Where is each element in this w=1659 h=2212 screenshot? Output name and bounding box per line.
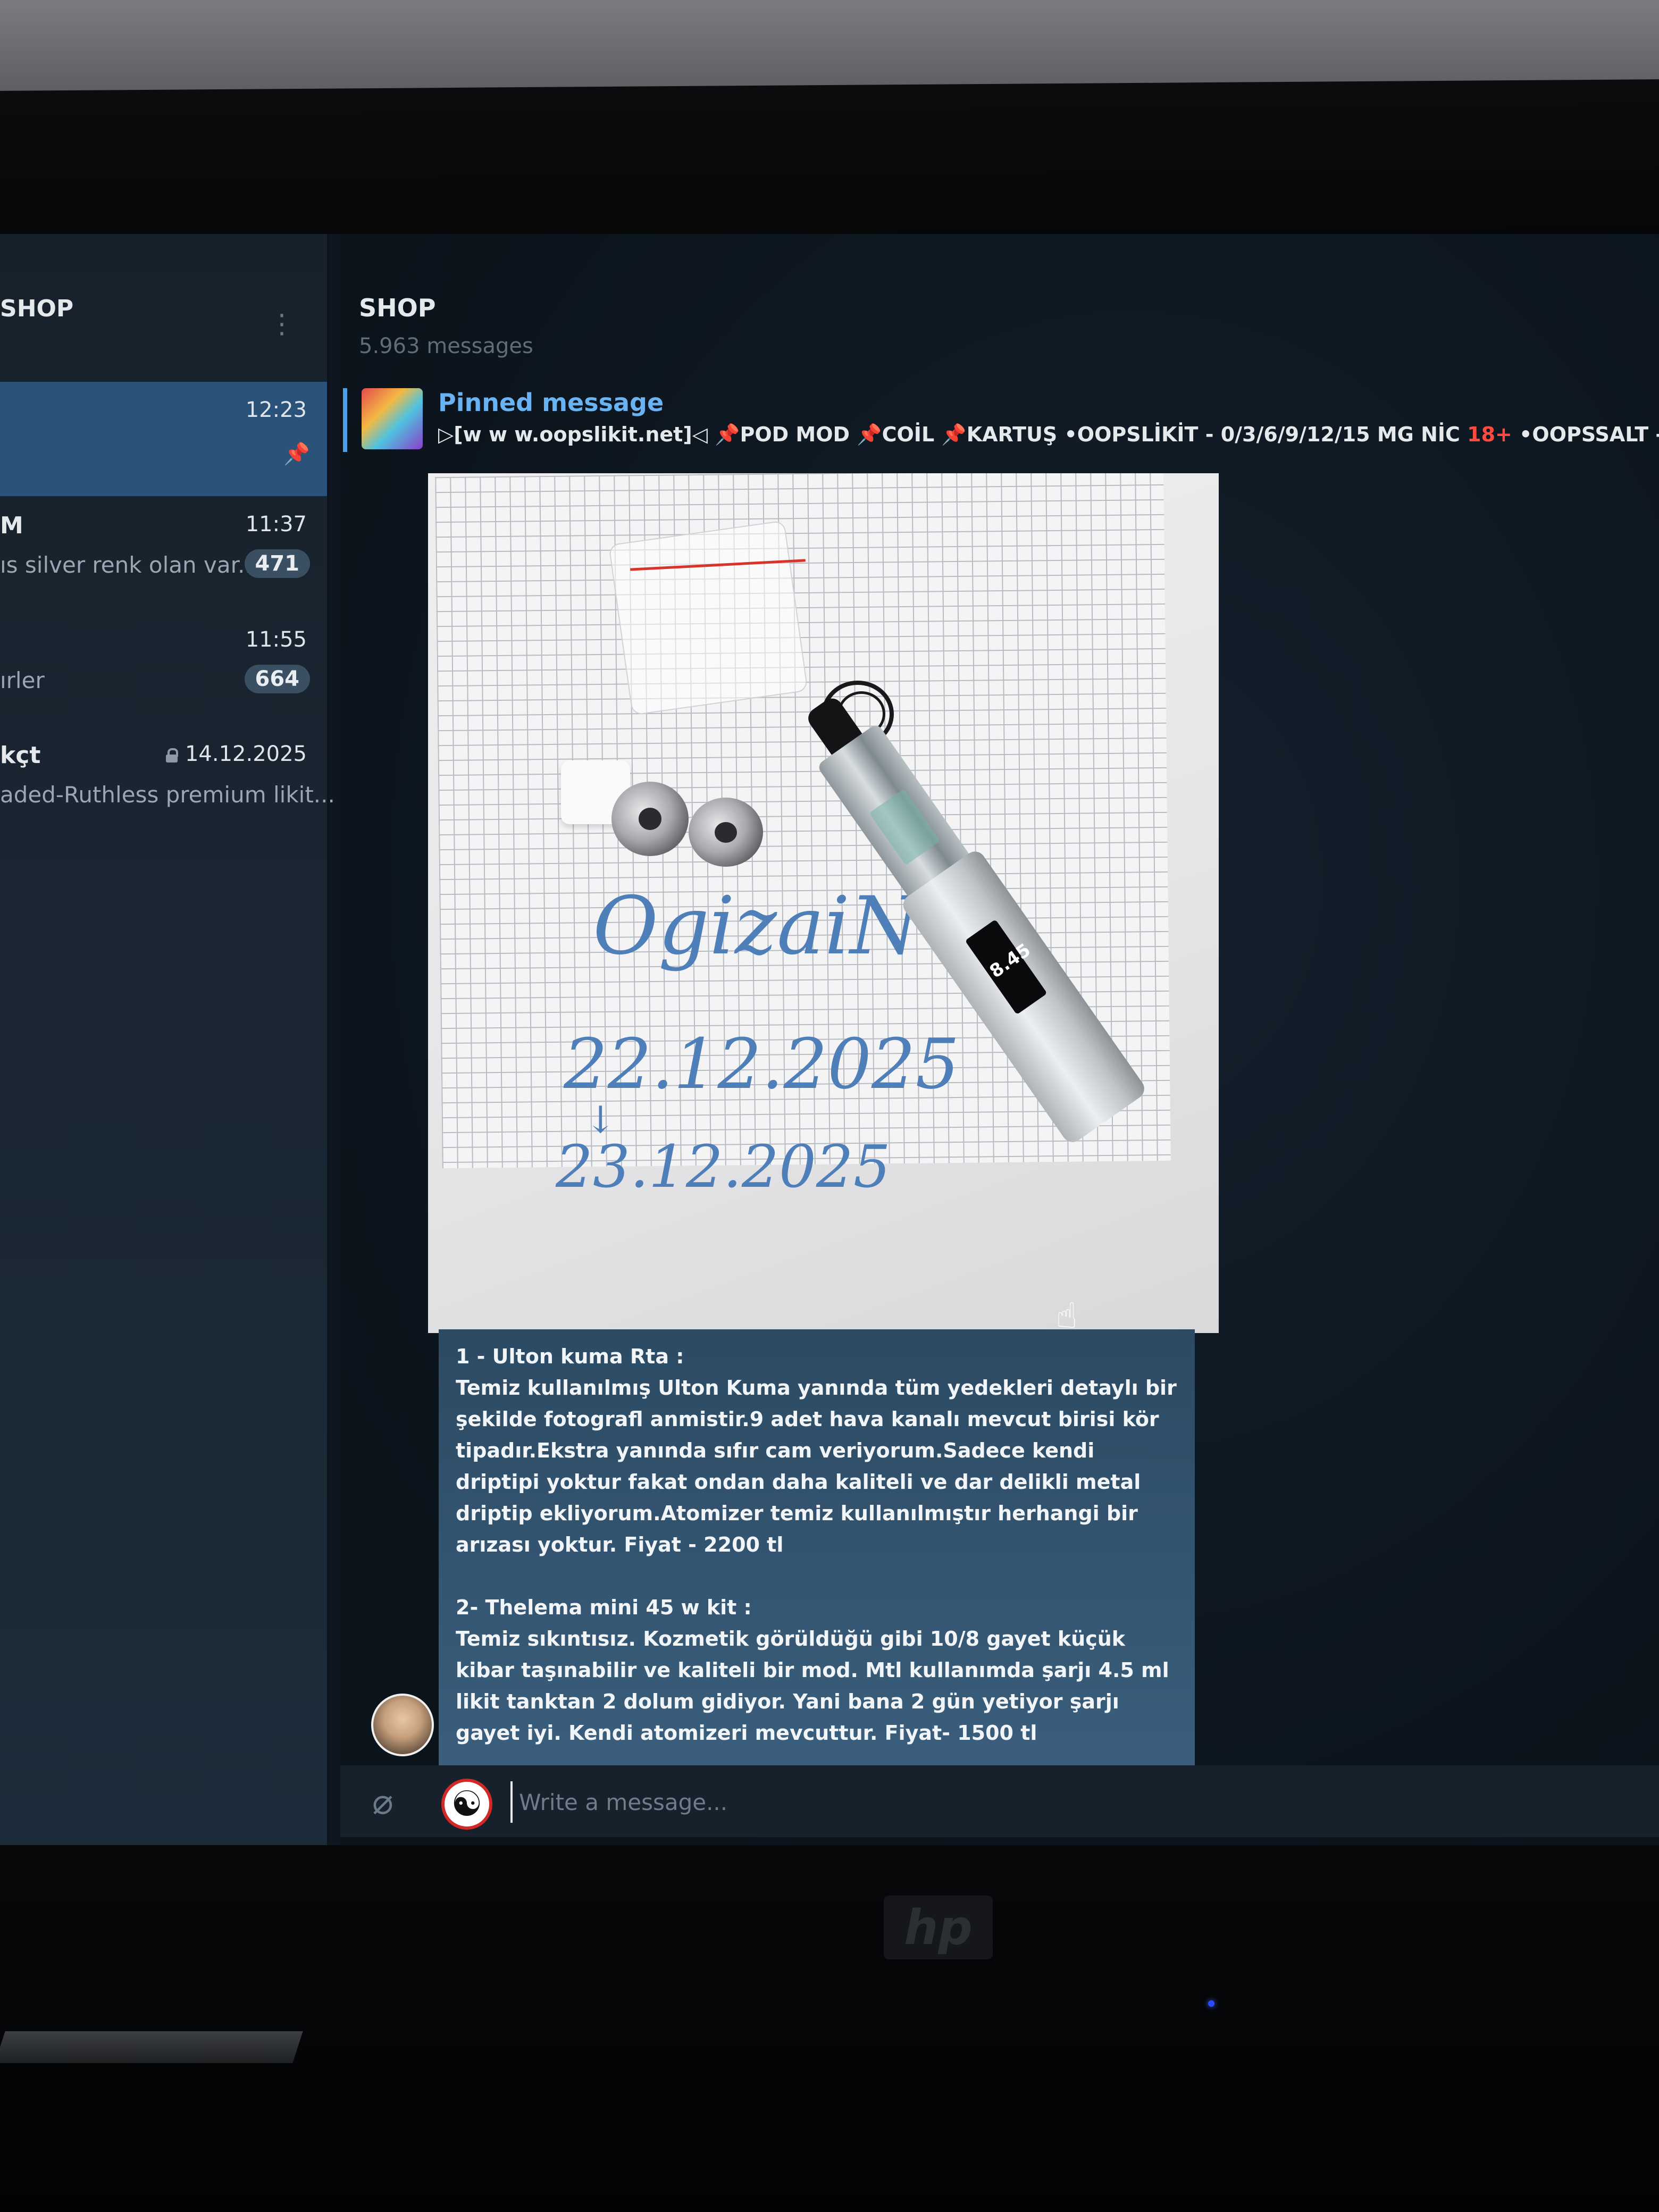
handwritten-name: OgizaiN: [593, 880, 920, 973]
telegram-window: SHOP ⋮ 12:23 📌 M 11:37 ıs silver renk ol…: [0, 234, 1659, 1850]
chat-title: M: [0, 512, 23, 539]
chat-date: 14.12.2025: [185, 742, 307, 766]
yin-yang-icon[interactable]: ☯: [441, 1779, 492, 1830]
pinned-message-bar[interactable]: Pinned message ▷[w w w.oopslikit.net]◁ 📌…: [340, 388, 1659, 457]
chat-pane: SHOP 5.963 messages Pinned message ▷[w w…: [340, 234, 1659, 1850]
keyboard-edge: [0, 2031, 303, 2063]
sidebar-title: SHOP: [0, 295, 74, 322]
chat-list-sidebar: SHOP ⋮ 12:23 📌 M 11:37 ıs silver renk ol…: [0, 234, 335, 1850]
chat-preview: ırler: [0, 667, 45, 693]
message-caption[interactable]: 1 - Ulton kuma Rta : Temiz kullanılmış U…: [439, 1329, 1195, 1765]
power-led: [1208, 2000, 1214, 2007]
hand-cursor-icon: ☝: [1056, 1295, 1078, 1336]
unread-badge: 471: [244, 549, 310, 578]
message-photo[interactable]: OgizaiN 22.12.2025 ↓ 23.12.2025 8.45: [428, 473, 1219, 1333]
avatar[interactable]: [371, 1694, 434, 1756]
pinned-thumbnail: [362, 388, 423, 449]
chat-title: kçt: [0, 742, 41, 769]
chat-time: 11:37: [245, 512, 307, 537]
pinned-accent-bar: [343, 388, 347, 452]
compose-bar: ⌀ ☯: [340, 1765, 1659, 1837]
chat-item-4[interactable]: kçt 14.12.2025 aded-Ruthless premium lik…: [0, 726, 335, 840]
monitor-bezel-top: [0, 79, 1659, 250]
handwritten-date-1: 22.12.2025: [564, 1024, 960, 1104]
chat-item-3[interactable]: 11:55 ırler 664: [0, 611, 327, 726]
deck-part: [611, 782, 689, 856]
unread-badge: 664: [244, 665, 310, 693]
chat-header-title[interactable]: SHOP: [359, 294, 435, 322]
pin-icon: 📌: [283, 442, 310, 466]
chat-item-2[interactable]: M 11:37 ıs silver renk olan var... 471: [0, 496, 327, 610]
handwritten-date-2: 23.12.2025: [556, 1133, 891, 1201]
plastic-bag: [608, 520, 808, 716]
pinned-label: Pinned message: [438, 388, 664, 417]
chat-time: 11:55: [245, 627, 307, 652]
chat-item-shop[interactable]: 12:23 📌: [0, 382, 327, 496]
hp-logo: hp: [884, 1896, 993, 1959]
wall-background: [0, 0, 1659, 93]
paperclip-icon[interactable]: ⌀: [372, 1781, 409, 1822]
chat-preview: aded-Ruthless premium likit...: [0, 782, 335, 808]
lock-icon: [165, 748, 178, 763]
chat-header-subtitle: 5.963 messages: [359, 334, 533, 358]
chat-time: 14.12.2025: [165, 742, 307, 766]
message-input[interactable]: [510, 1781, 1583, 1823]
chat-time: 12:23: [245, 398, 307, 422]
age-badge: 18+: [1467, 423, 1512, 446]
monitor-bezel-bottom: [0, 1845, 1659, 2212]
dots-vertical-icon[interactable]: ⋮: [269, 308, 295, 339]
message-text: 1 - Ulton kuma Rta : Temiz kullanılmış U…: [456, 1345, 1177, 1745]
deck-part: [689, 798, 763, 867]
chat-preview: ıs silver renk olan var...: [0, 552, 259, 578]
pinned-text: ▷[w w w.oopslikit.net]◁ 📌POD MOD 📌COİL 📌…: [438, 423, 1659, 446]
